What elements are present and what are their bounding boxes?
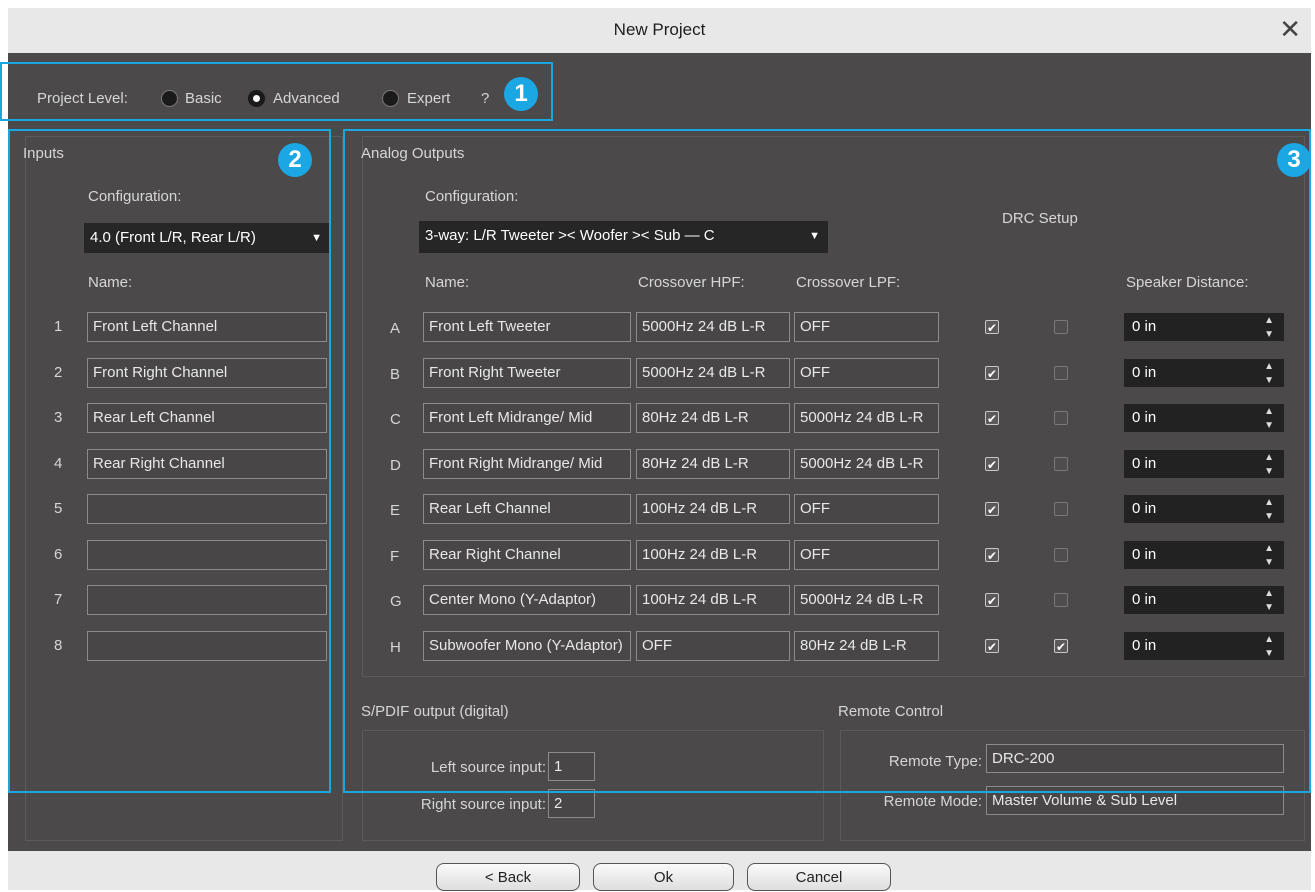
remote-mode-label: Remote Mode: [883, 793, 982, 810]
ok-button[interactable]: Ok [593, 863, 734, 891]
badge-1: 1 [504, 77, 538, 111]
new-project-dialog: New Project ✕ Project Level: Basic Advan… [0, 8, 1311, 891]
close-icon[interactable]: ✕ [1279, 14, 1301, 44]
dialog-footer: < Back Ok Cancel [8, 851, 1311, 891]
spdif-right-label: Right source input: [420, 796, 546, 813]
highlight-project-level [0, 62, 553, 121]
cancel-button[interactable]: Cancel [747, 863, 891, 891]
badge-3: 3 [1277, 143, 1311, 177]
highlight-outputs [343, 129, 1311, 793]
title-bar: New Project ✕ [8, 8, 1311, 53]
back-button[interactable]: < Back [436, 863, 580, 891]
window-title: New Project [613, 20, 706, 39]
highlight-inputs [8, 129, 331, 793]
badge-2: 2 [278, 143, 312, 177]
spdif-right-input[interactable]: 2 [548, 789, 595, 818]
